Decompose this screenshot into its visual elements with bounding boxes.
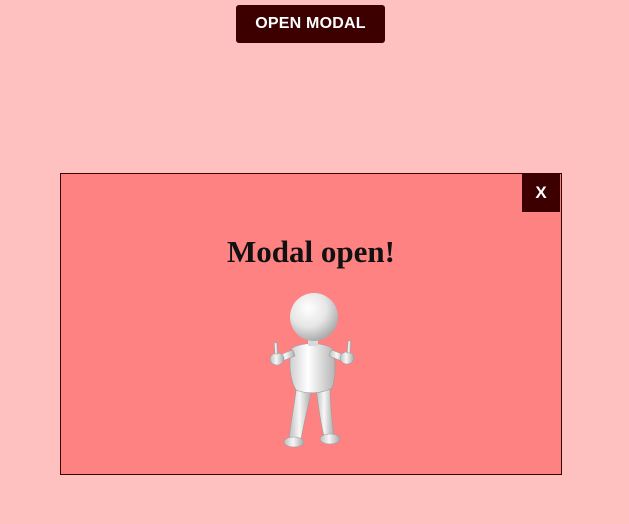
modal-dialog: X Modal open! <box>60 173 562 475</box>
close-modal-button[interactable]: X <box>522 174 560 212</box>
thumbs-up-person-icon <box>269 293 355 448</box>
modal-title: Modal open! <box>227 234 395 269</box>
open-modal-button[interactable]: OPEN MODAL <box>236 5 385 43</box>
